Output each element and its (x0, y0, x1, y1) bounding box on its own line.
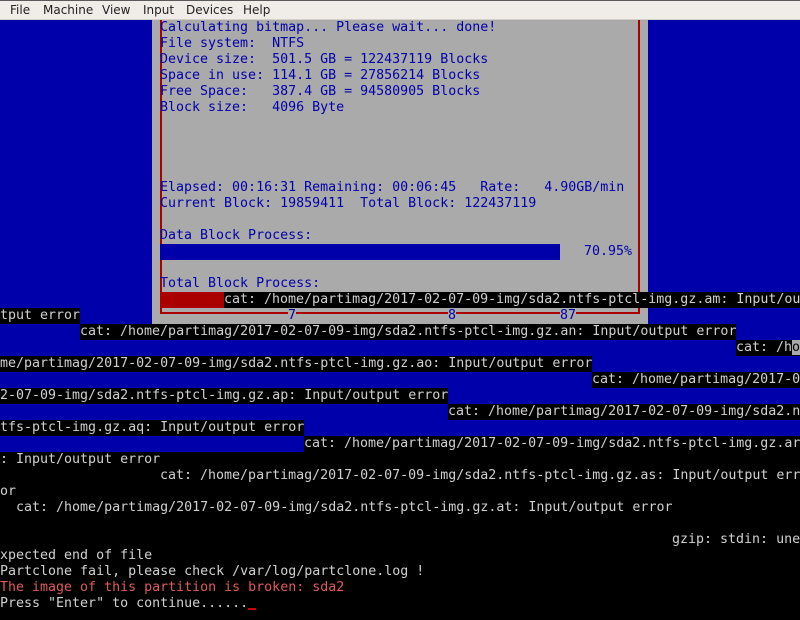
dialog-number-87: 87 (560, 308, 577, 324)
terminal-line: tfs-ptcl-img.gz.aq: Input/output error (0, 420, 305, 436)
menubar: File Machine View Input Devices Help (0, 0, 800, 20)
dialog-number-8: 8 (448, 308, 457, 324)
data-block-status: read ERROR:Out of streams resources (192, 260, 473, 275)
terminal-line: cat: /ho (736, 340, 800, 356)
terminal-line: tput error (0, 308, 81, 324)
terminal-line: cat: /home/partimag/2017-02-07-09-img/sd… (160, 468, 800, 483)
terminal-line: cat: /home/partimag/2017-02-07-09-img/sd… (224, 292, 800, 308)
dialog-line-free-space: Free Space: 387.4 GB = 94580905 Blocks (160, 84, 481, 99)
dialog-line-filesystem: File system: NTFS (160, 36, 305, 51)
current-block-line: Current Block: 19859411 Total Block: 122… (160, 196, 537, 211)
terminal-line: cat: /home/partimag/2017-02-07-09-img/sd… (0, 500, 673, 515)
total-block-progress-bar (160, 292, 224, 308)
menu-view[interactable]: View (102, 3, 130, 17)
dialog-line-calculating: Calculating bitmap... Please wait... don… (160, 20, 497, 35)
dialog-line-device-size: Device size: 501.5 GB = 122437119 Blocks (160, 52, 489, 67)
terminal-line: or (0, 484, 17, 499)
data-block-progress-bar: read ERROR:Out of streams resources (160, 244, 560, 275)
inverse-char: o (792, 340, 800, 355)
total-block-label: Total Block Process: (160, 276, 321, 291)
data-block-percent: 70.95% (584, 244, 633, 259)
terminal-line: me/partimag/2017-02-07-09-img/sda2.ntfs-… (0, 356, 593, 372)
dialog-line-block-size: Block size: 4096 Byte (160, 100, 345, 115)
menu-file[interactable]: File (10, 3, 30, 17)
terminal-line: cat: /home/partimag/2017-0 (592, 372, 800, 388)
menu-machine[interactable]: Machine (43, 3, 93, 17)
data-block-label: Data Block Process: (160, 228, 313, 243)
terminal-line: 2-07-09-img/sda2.ntfs-ptcl-img.gz.ap: In… (0, 388, 449, 404)
terminal-line: cat: /home/partimag/2017-02-07-09-img/sd… (304, 436, 800, 452)
dialog-number-7: 7 (288, 308, 297, 324)
terminal-line-text: cat: /h (736, 340, 793, 355)
menu-help[interactable]: Help (243, 3, 270, 17)
terminal-line: cat: /home/partimag/2017-02-07-09-img/sd… (80, 324, 737, 340)
terminal-line: xpected end of file (0, 548, 153, 563)
continue-prompt-text: Press "Enter" to continue...... (0, 596, 249, 611)
broken-image-error: The image of this partition is broken: s… (0, 580, 345, 595)
elapsed-line: Elapsed: 00:16:31 Remaining: 00:06:45 Ra… (160, 180, 625, 195)
dialog-line-space-in-use: Space in use: 114.1 GB = 27856214 Blocks (160, 68, 481, 83)
continue-prompt[interactable]: Press "Enter" to continue...... (0, 596, 257, 612)
text-cursor (248, 608, 257, 610)
menu-input[interactable]: Input (143, 3, 174, 17)
menu-devices[interactable]: Devices (186, 3, 233, 17)
vm-screen[interactable]: Calculating bitmap... Please wait... don… (0, 20, 800, 620)
terminal-line: gzip: stdin: une (672, 532, 800, 547)
terminal-line: : Input/output error (0, 452, 800, 468)
partclone-fail-message: Partclone fail, please check /var/log/pa… (0, 564, 425, 579)
terminal-line: cat: /home/partimag/2017-02-07-09-img/sd… (448, 404, 800, 420)
